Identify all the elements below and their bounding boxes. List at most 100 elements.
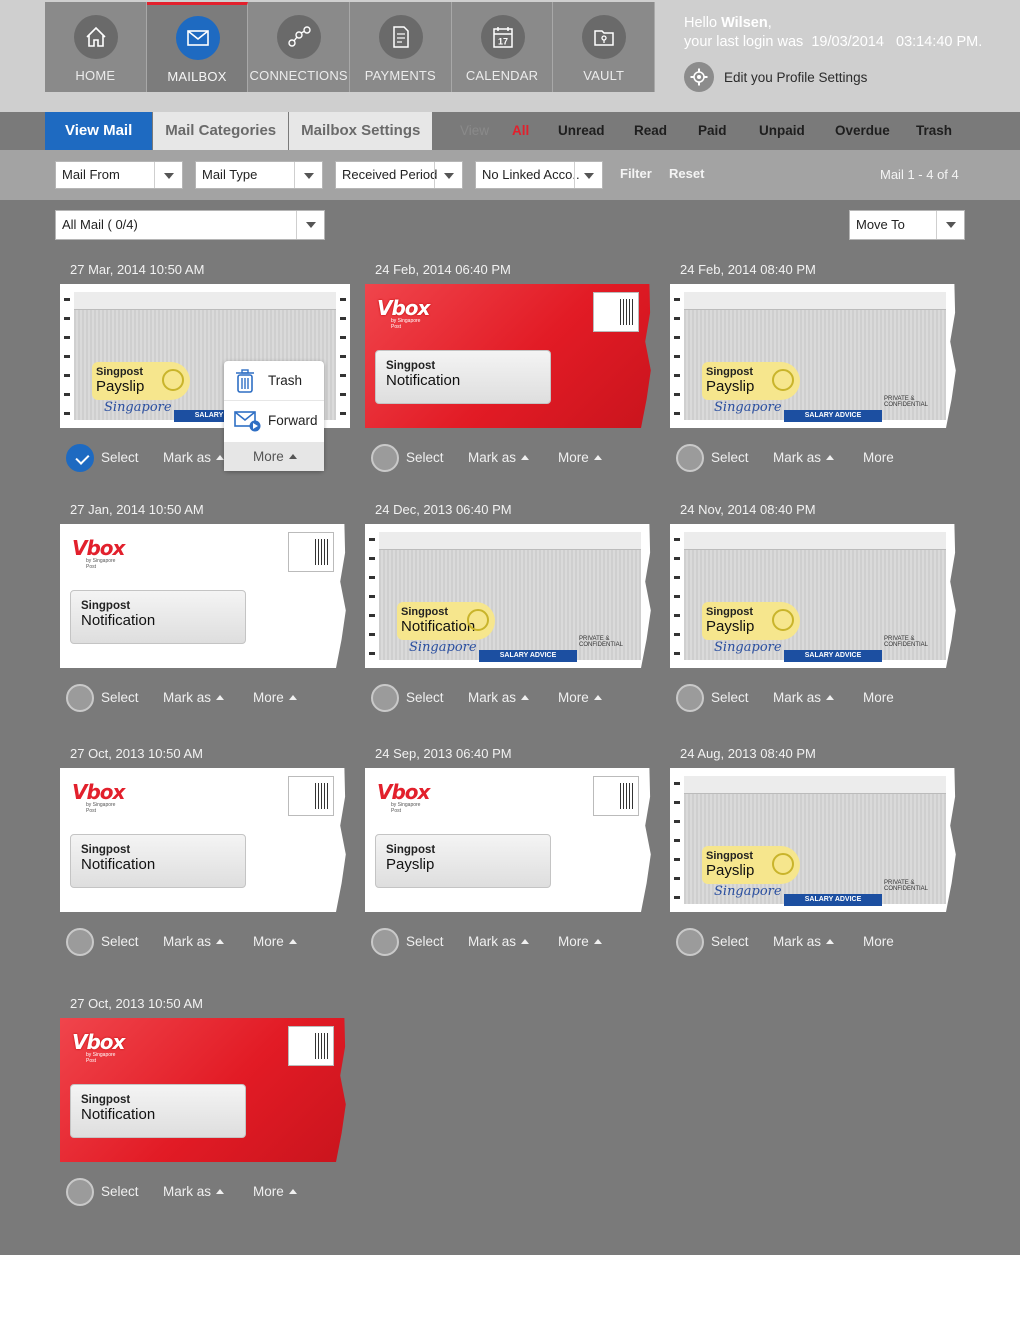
view-unread[interactable]: Unread <box>558 112 605 150</box>
mail-thumbnail[interactable]: SingpostPayslipSingaporeSALARY ADVICEPRI… <box>670 768 960 912</box>
mail-thumbnail[interactable]: Vbox by Singapore Post Singpost Notificatio… <box>365 284 655 428</box>
nav-vault[interactable]: VAULT <box>553 2 656 92</box>
edit-profile-link[interactable]: Edit you Profile Settings <box>684 62 867 92</box>
mark-as-button[interactable]: Mark as <box>163 1184 225 1199</box>
forward-mail-icon <box>234 411 261 432</box>
select-label[interactable]: Select <box>711 690 749 705</box>
all-mail-select[interactable]: All Mail ( 0/4) <box>55 210 325 240</box>
nav-connections[interactable]: CONNECTIONS <box>248 2 351 92</box>
select-radio[interactable] <box>66 1178 94 1206</box>
torn-edge <box>641 768 655 912</box>
select-radio[interactable] <box>371 444 399 472</box>
select-radio[interactable] <box>676 928 704 956</box>
nav-calendar[interactable]: 17 CALENDAR <box>451 2 554 92</box>
mark-as-label: Mark as <box>163 934 212 949</box>
caret-up-icon <box>521 939 530 944</box>
nav-payments[interactable]: PAYMENTS <box>350 2 452 92</box>
mail-thumbnail[interactable]: SingpostPayslipSingaporeSALARY ADVICEPRI… <box>670 524 960 668</box>
view-paid[interactable]: Paid <box>698 112 727 150</box>
more-button[interactable]: More <box>558 690 602 705</box>
select-label[interactable]: Select <box>711 934 749 949</box>
select-label[interactable]: Select <box>101 690 139 705</box>
popup-more-button[interactable]: More <box>224 443 324 471</box>
linked-account-select[interactable]: No Linked Acco.. <box>475 161 603 189</box>
mail-thumbnail[interactable]: Vbox by Singapore Post Singpost Notificatio… <box>60 1018 350 1162</box>
mark-as-button[interactable]: Mark as <box>163 450 225 465</box>
mark-as-button[interactable]: Mark as <box>468 934 530 949</box>
select-label[interactable]: Select <box>101 450 139 465</box>
more-button[interactable]: More <box>863 690 894 705</box>
chevron-down-icon <box>434 162 462 188</box>
more-label: More <box>253 690 284 705</box>
mail-type-select[interactable]: Mail Type <box>195 161 323 189</box>
nav-home[interactable]: HOME <box>45 2 147 92</box>
view-unpaid[interactable]: Unpaid <box>759 112 805 150</box>
more-label: More <box>558 690 589 705</box>
view-read[interactable]: Read <box>634 112 667 150</box>
select-label[interactable]: Select <box>101 1184 139 1199</box>
mail-thumbnail[interactable]: Vbox by Singapore Post Singpost Payslip <box>365 768 655 912</box>
mark-as-button[interactable]: Mark as <box>163 690 225 705</box>
mark-as-button[interactable]: Mark as <box>468 690 530 705</box>
select-radio[interactable] <box>676 684 704 712</box>
last-login-label: your last login was <box>684 34 804 50</box>
mark-as-button[interactable]: Mark as <box>773 690 835 705</box>
mark-as-button[interactable]: Mark as <box>773 450 835 465</box>
select-radio[interactable] <box>676 444 704 472</box>
trash-icon <box>236 369 254 393</box>
mark-as-button[interactable]: Mark as <box>773 934 835 949</box>
filter-button[interactable]: Filter <box>620 166 652 181</box>
view-overdue[interactable]: Overdue <box>835 112 890 150</box>
mark-as-button[interactable]: Mark as <box>468 450 530 465</box>
caret-up-icon <box>593 695 602 700</box>
calendar-icon: 17 <box>480 15 525 59</box>
mail-card: 24 Feb, 2014 06:40 PM Vbox by Singapore Po… <box>365 262 655 492</box>
select-radio[interactable] <box>371 928 399 956</box>
view-trash[interactable]: Trash <box>916 112 952 150</box>
select-label[interactable]: Select <box>711 450 749 465</box>
vbox-logo-sub: by Singapore Post <box>86 558 116 570</box>
last-login-time: 03:14:40 PM. <box>896 34 983 50</box>
popup-trash[interactable]: Trash <box>224 361 324 401</box>
popup-forward[interactable]: Forward <box>224 401 324 443</box>
select-label[interactable]: Select <box>101 934 139 949</box>
mail-from-select[interactable]: Mail From <box>55 161 183 189</box>
more-button[interactable]: More <box>253 1184 297 1199</box>
mail-date: 27 Oct, 2013 10:50 AM <box>70 746 203 761</box>
more-button[interactable]: More <box>558 934 602 949</box>
caret-up-icon <box>593 939 602 944</box>
select-radio[interactable] <box>371 684 399 712</box>
payslip-header-strip <box>684 292 946 310</box>
payslip-document: Singpost Notification Singapore SALARY ADVI… <box>379 532 641 662</box>
more-label: More <box>863 690 894 705</box>
mail-count: Mail 1 - 4 of 4 <box>880 167 959 182</box>
reset-button[interactable]: Reset <box>669 166 704 181</box>
mail-label: Singpost Notification <box>70 590 246 644</box>
move-to-select[interactable]: Move To <box>849 210 965 240</box>
select-label[interactable]: Select <box>406 690 444 705</box>
mail-thumbnail[interactable]: Vbox by Singapore Post Singpost Notificatio… <box>60 768 350 912</box>
select-radio[interactable] <box>66 684 94 712</box>
perforation <box>674 774 680 906</box>
more-button[interactable]: More <box>558 450 602 465</box>
more-button[interactable]: More <box>863 450 894 465</box>
more-button[interactable]: More <box>253 934 297 949</box>
mail-thumbnail[interactable]: Singpost Notification Singapore SALARY ADVI… <box>365 524 655 668</box>
more-button[interactable]: More <box>863 934 894 949</box>
mail-card: 27 Oct, 2013 10:50 AM Vbox by Singapore Po… <box>60 746 350 976</box>
more-button[interactable]: More <box>253 690 297 705</box>
mail-date: 27 Jan, 2014 10:50 AM <box>70 502 204 517</box>
mark-as-button[interactable]: Mark as <box>163 934 225 949</box>
view-all[interactable]: All <box>512 112 529 150</box>
select-radio[interactable] <box>66 928 94 956</box>
mail-thumbnail[interactable]: SingpostPayslipSingaporeSALARY ADVICEPRI… <box>670 284 960 428</box>
nav-mailbox[interactable]: MAILBOX <box>146 2 249 92</box>
popup-forward-label: Forward <box>268 413 318 428</box>
mail-thumbnail[interactable]: Vbox by Singapore Post Singpost Notificatio… <box>60 524 350 668</box>
received-period-select[interactable]: Received Period <box>335 161 463 189</box>
select-radio[interactable] <box>66 444 94 472</box>
torn-edge <box>336 1018 350 1162</box>
select-label[interactable]: Select <box>406 450 444 465</box>
greeting: Hello Wilsen, your last login was 19/03/… <box>684 14 982 52</box>
select-label[interactable]: Select <box>406 934 444 949</box>
